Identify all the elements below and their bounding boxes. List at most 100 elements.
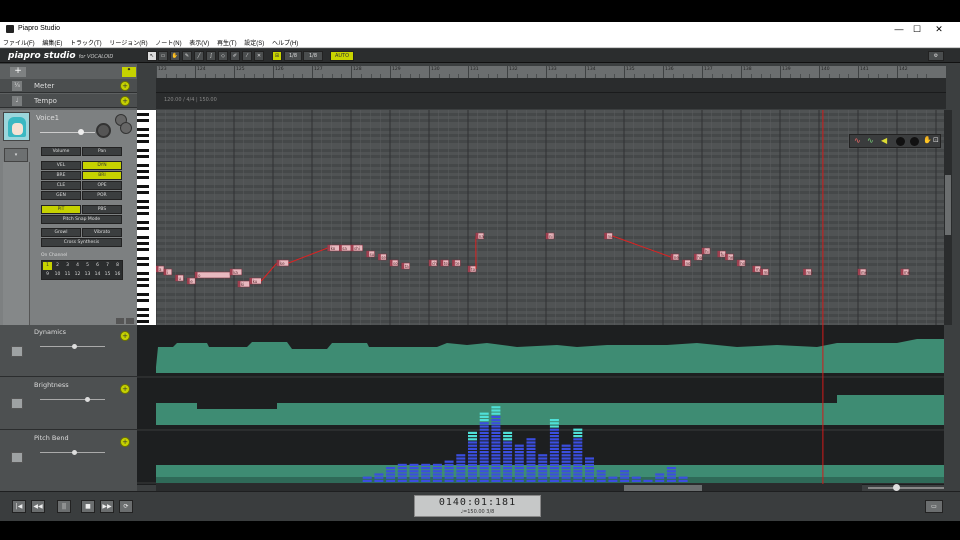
black-key[interactable] — [137, 284, 149, 287]
channel-7[interactable]: 7 — [103, 262, 112, 270]
black-key[interactable] — [137, 242, 149, 245]
black-key[interactable] — [137, 140, 149, 143]
pause-button[interactable]: || — [57, 500, 71, 513]
menu-note[interactable]: ノート(N) — [152, 36, 184, 47]
brightness-add-button[interactable]: + — [120, 384, 130, 394]
black-key[interactable] — [137, 134, 149, 137]
black-key[interactable] — [137, 320, 149, 323]
channel-1[interactable]: 1 — [43, 262, 52, 270]
channel-3[interactable]: 3 — [63, 262, 72, 270]
black-key[interactable] — [137, 149, 149, 152]
mute-tool-icon[interactable]: ✕ — [254, 51, 264, 61]
pitch-bend-checkbox[interactable] — [11, 452, 23, 463]
cross-synthesis-button[interactable]: Cross Synthesis — [41, 238, 122, 247]
channel-9[interactable]: 9 — [43, 271, 52, 279]
black-key[interactable] — [137, 119, 149, 122]
brush-tool-icon[interactable]: ✐ — [230, 51, 240, 61]
snap-icon[interactable]: ⊞ — [272, 51, 282, 61]
piano-roll[interactable]: a i u e o ka ki ku ke ko sa shi su se so ta chi tsu te to na… — [137, 110, 944, 325]
black-key[interactable] — [137, 257, 149, 260]
dynamics-slider-knob[interactable] — [72, 344, 77, 349]
param-ope[interactable]: OPE — [82, 181, 122, 190]
black-key[interactable] — [137, 236, 149, 239]
black-key[interactable] — [137, 314, 149, 317]
auto-button[interactable]: AUTO — [330, 51, 354, 61]
channel-6[interactable]: 6 — [93, 262, 102, 270]
loop-button[interactable]: ⟳ — [119, 500, 133, 513]
menu-edit[interactable]: 編集(E) — [39, 36, 65, 47]
voice-volume-slider[interactable] — [40, 132, 95, 133]
voice-volume-knob[interactable] — [78, 129, 84, 135]
channel-14[interactable]: 14 — [93, 271, 102, 279]
black-key[interactable] — [137, 200, 149, 203]
maximize-button[interactable]: ☐ — [908, 23, 926, 35]
close-button[interactable]: ✕ — [930, 23, 948, 35]
bar-ruler[interactable]: 123 124 125 126 127 128 129 130 131 132 133 134 135 1… — [156, 66, 946, 78]
black-key[interactable] — [137, 185, 149, 188]
fast-forward-button[interactable]: ▶▶ — [100, 500, 114, 513]
grab-tool-icon[interactable]: ✋ — [170, 51, 180, 61]
expand-button[interactable] — [126, 318, 134, 324]
quantize-select[interactable]: 1/8 — [284, 51, 302, 61]
pencil-tool-icon[interactable]: ✎ — [182, 51, 192, 61]
param-por[interactable]: POR — [82, 191, 122, 200]
collapse-button[interactable] — [116, 318, 124, 324]
black-key[interactable] — [137, 191, 149, 194]
menu-settings[interactable]: 設定(S) — [241, 36, 267, 47]
meter-tempo-toggle[interactable]: ◆ — [122, 67, 136, 77]
add-track-button[interactable]: + — [10, 67, 26, 77]
note-grid[interactable]: a i u e o ka ki ku ke ko sa shi su se so ta chi tsu te to na… — [156, 110, 944, 325]
menu-playback[interactable]: 再生(T) — [214, 36, 240, 47]
channel-12[interactable]: 12 — [73, 271, 82, 279]
piano-roll-canvas[interactable]: aiueokakikukeko sa shisusesotachi tsu tetona… — [156, 110, 944, 325]
black-key[interactable] — [137, 164, 149, 167]
menu-help[interactable]: ヘルプ(H) — [269, 36, 301, 47]
line-tool-icon[interactable]: ╱ — [194, 51, 204, 61]
pointer-tool-icon[interactable]: ↖ — [147, 51, 157, 61]
note-length-select[interactable]: 1/8 — [303, 51, 323, 61]
param-cle[interactable]: CLE — [41, 181, 81, 190]
channel-2[interactable]: 2 — [53, 262, 62, 270]
mixer-icon[interactable]: ▭ — [925, 500, 943, 513]
param-gen[interactable]: GEN — [41, 191, 81, 200]
stop-button[interactable]: ■ — [81, 500, 95, 513]
growl-button[interactable]: Growl — [41, 228, 81, 237]
channel-8[interactable]: 8 — [113, 262, 122, 270]
channel-10[interactable]: 10 — [53, 271, 62, 279]
brightness-slider-knob[interactable] — [85, 397, 90, 402]
channel-11[interactable]: 11 — [63, 271, 72, 279]
settings-gear-icon[interactable]: ⚙ — [928, 51, 944, 61]
black-key[interactable] — [137, 155, 149, 158]
automation-lanes[interactable] — [137, 325, 944, 485]
automation-canvas[interactable] — [137, 325, 944, 485]
rewind-button[interactable]: ◀◀ — [31, 500, 45, 513]
record-icon[interactable] — [896, 137, 905, 146]
param-bri[interactable]: BRI — [82, 171, 122, 180]
param-dyn[interactable]: DYN — [82, 161, 122, 170]
meter-add-button[interactable]: + — [120, 81, 130, 91]
pan-knob[interactable] — [96, 123, 111, 138]
eraser-tool-icon[interactable]: ◇ — [218, 51, 228, 61]
black-key[interactable] — [137, 227, 149, 230]
black-key[interactable] — [137, 263, 149, 266]
channel-13[interactable]: 13 — [83, 271, 92, 279]
pan-button[interactable]: Pan — [82, 147, 122, 156]
black-key[interactable] — [137, 308, 149, 311]
menu-file[interactable]: ファイル(F) — [0, 36, 38, 47]
dynamics-add-button[interactable]: + — [120, 331, 130, 341]
vertical-scroll-thumb[interactable] — [945, 175, 951, 235]
pitch-bend-slider-knob[interactable] — [72, 450, 77, 455]
black-key[interactable] — [137, 248, 149, 251]
piano-keyboard[interactable] — [137, 110, 156, 325]
channel-16[interactable]: 16 — [113, 271, 122, 279]
tempo-add-button[interactable]: + — [120, 96, 130, 106]
param-pbs[interactable]: PBS — [82, 205, 122, 214]
param-bre[interactable]: BRE — [41, 171, 81, 180]
volume-button[interactable]: Volume — [41, 147, 81, 156]
black-key[interactable] — [137, 113, 149, 116]
menu-view[interactable]: 表示(V) — [186, 36, 212, 47]
black-key[interactable] — [137, 221, 149, 224]
black-key[interactable] — [137, 299, 149, 302]
black-key[interactable] — [137, 206, 149, 209]
brightness-slider[interactable] — [40, 399, 105, 400]
